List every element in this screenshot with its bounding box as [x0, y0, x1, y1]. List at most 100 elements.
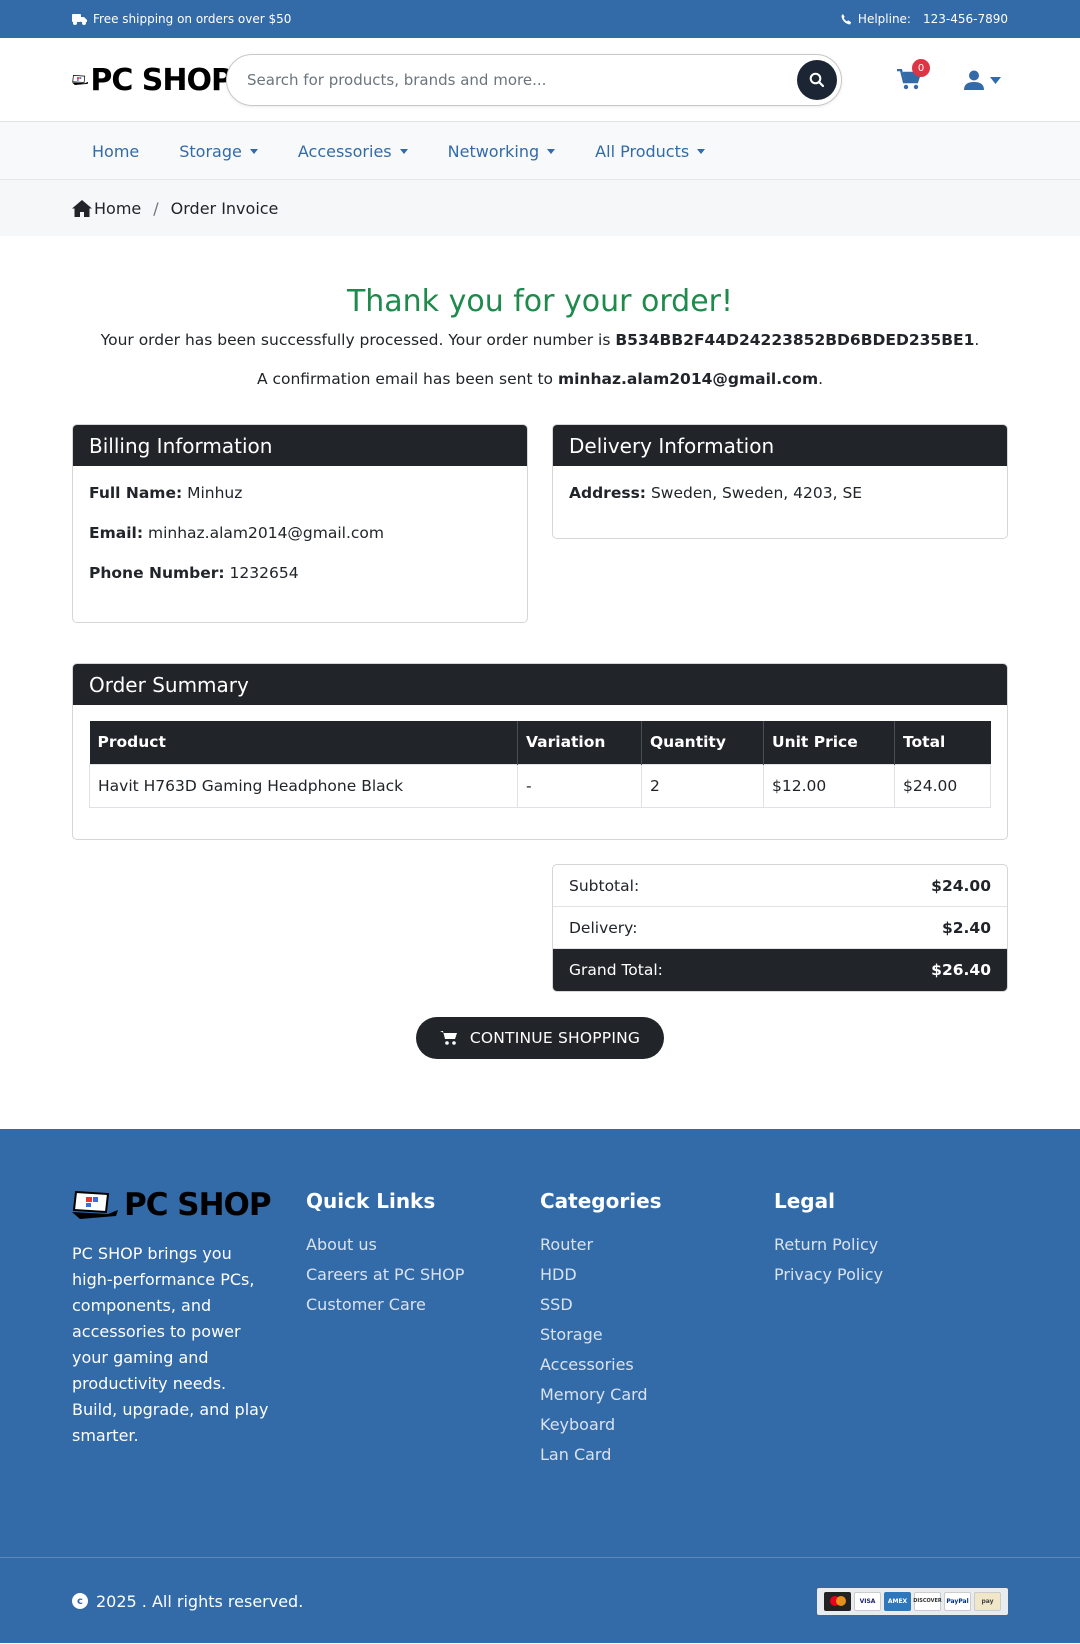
helpline-label: Helpline: — [857, 12, 911, 26]
breadcrumb-current: Order Invoice — [170, 198, 279, 218]
footer-about-text: PC SHOP brings you high-performance PCs,… — [72, 1244, 269, 1445]
helpline-number[interactable]: 123-456-7890 — [923, 12, 1008, 26]
col-variation: Variation — [517, 721, 642, 764]
footer-categories: Categories Router HDD SSD Storage Access… — [540, 1187, 774, 1475]
billing-name: Full Name: Minhuz — [89, 484, 511, 502]
nav-storage[interactable]: Storage — [159, 142, 278, 161]
confirmation-email: minhaz.alam2014@gmail.com — [557, 370, 819, 388]
nav-all-products-label: All Products — [595, 141, 690, 161]
footer-category-lan-card[interactable]: Lan Card — [540, 1445, 774, 1464]
nav-accessories[interactable]: Accessories — [278, 142, 428, 161]
site-logo[interactable]: PC SHOP — [72, 63, 232, 98]
footer-category-ssd[interactable]: SSD — [540, 1295, 774, 1314]
caret-down-icon — [547, 148, 556, 154]
delivery-address-value: Sweden, Sweden, 4203, SE — [650, 484, 863, 502]
cell-unit-price: $12.00 — [763, 763, 895, 808]
phone-icon — [841, 13, 852, 25]
footer-category-accessories[interactable]: Accessories — [540, 1355, 774, 1374]
col-unit-price: Unit Price — [763, 721, 895, 764]
footer-category-memory-card[interactable]: Memory Card — [540, 1385, 774, 1404]
order-summary-title: Order Summary — [73, 664, 1007, 705]
billing-email-value: minhaz.alam2014@gmail.com — [147, 524, 385, 542]
cart-button[interactable]: 0 — [894, 59, 930, 95]
search-icon — [809, 72, 825, 88]
copyright: c 2025 . All rights reserved. — [72, 1592, 303, 1611]
delivery-label: Delivery: — [569, 918, 638, 937]
mastercard-icon — [824, 1591, 851, 1611]
cell-variation: - — [517, 763, 642, 808]
footer-link-return-policy[interactable]: Return Policy — [774, 1235, 1008, 1254]
order-totals: Subtotal: $24.00 Delivery: $2.40 Grand Tot… — [552, 864, 1008, 992]
legal-title: Legal — [774, 1189, 835, 1213]
top-bar: Free shipping on orders over $50 Helplin… — [0, 0, 1080, 38]
nav-accessories-label: Accessories — [297, 141, 392, 161]
footer-category-storage[interactable]: Storage — [540, 1325, 774, 1344]
billing-phone-label: Phone Number: — [89, 564, 225, 582]
quick-links-title: Quick Links — [306, 1189, 436, 1213]
footer-bottom: c 2025 . All rights reserved. VISA AMEX … — [0, 1557, 1080, 1644]
grand-total-label: Grand Total: — [569, 961, 663, 979]
caret-down-icon — [249, 148, 258, 154]
copyright-icon: c — [72, 1593, 88, 1609]
nav-networking-label: Networking — [447, 141, 540, 161]
categories-title: Categories — [540, 1189, 662, 1213]
col-product: Product — [89, 721, 518, 764]
pay-icon: pay — [974, 1591, 1001, 1611]
email-suffix: . — [818, 370, 824, 388]
info-cards: Billing Information Full Name: Minhuz Em… — [72, 424, 1008, 623]
footer-link-about[interactable]: About us — [306, 1235, 540, 1254]
nav-home[interactable]: Home — [72, 142, 159, 161]
breadcrumb-separator: / — [153, 198, 159, 218]
footer-link-privacy-policy[interactable]: Privacy Policy — [774, 1265, 1008, 1284]
caret-down-icon — [697, 148, 706, 154]
nav-storage-label: Storage — [179, 141, 242, 161]
billing-name-value: Minhuz — [187, 484, 243, 502]
footer-category-hdd[interactable]: HDD — [540, 1265, 774, 1284]
billing-email-label: Email: — [89, 524, 144, 542]
order-confirmation: Thank you for your order! Your order has… — [72, 236, 1008, 388]
footer-category-router[interactable]: Router — [540, 1235, 774, 1254]
table-row: Havit H763D Gaming Headphone Black - 2 $… — [89, 763, 991, 808]
paypal-icon: PayPal — [944, 1591, 971, 1611]
footer-category-keyboard[interactable]: Keyboard — [540, 1415, 774, 1434]
order-number: B534BB2F44D24223852BD6BDED235BE1 — [615, 331, 975, 349]
order-summary-card: Order Summary Product Variation Quantity… — [72, 663, 1008, 840]
billing-email: Email: minhaz.alam2014@gmail.com — [89, 524, 511, 542]
nav-all-products[interactable]: All Products — [575, 142, 725, 161]
search-button[interactable] — [797, 60, 837, 100]
site-header: PC SHOP 0 — [0, 38, 1080, 122]
caret-down-icon — [990, 76, 1001, 84]
amex-icon: AMEX — [884, 1591, 911, 1611]
breadcrumb-home[interactable]: Home — [94, 199, 141, 218]
visa-icon: VISA — [854, 1591, 881, 1611]
user-menu[interactable] — [964, 70, 1001, 90]
footer-logo[interactable]: PC SHOP — [72, 1187, 306, 1223]
delivery-address: Address: Sweden, Sweden, 4203, SE — [569, 484, 991, 502]
email-prefix: A confirmation email has been sent to — [256, 370, 558, 388]
cart-icon — [439, 1031, 457, 1045]
footer-about: PC SHOP PC SHOP brings you high-performa… — [72, 1187, 306, 1475]
order-number-suffix: . — [974, 331, 980, 349]
nav-networking[interactable]: Networking — [428, 142, 576, 161]
truck-icon — [72, 13, 87, 25]
site-footer: PC SHOP PC SHOP brings you high-performa… — [0, 1129, 1080, 1643]
search-input[interactable] — [247, 71, 797, 89]
shipping-notice: Free shipping on orders over $50 — [72, 12, 291, 26]
shipping-text: Free shipping on orders over $50 — [93, 12, 292, 26]
thank-you-heading: Thank you for your order! — [346, 284, 734, 319]
cart-count-badge: 0 — [912, 59, 930, 77]
logo-text: PC SHOP — [90, 62, 232, 98]
home-icon — [72, 199, 92, 217]
order-number-text: Your order has been successfully process… — [72, 331, 1008, 349]
continue-shopping-button[interactable]: CONTINUE SHOPPING — [415, 1017, 665, 1059]
main-nav: Home Storage Accessories Networking All … — [0, 122, 1080, 180]
confirmation-email-text: A confirmation email has been sent to mi… — [72, 370, 1008, 388]
footer-link-customer-care[interactable]: Customer Care — [306, 1295, 540, 1314]
search-bar — [226, 54, 842, 106]
delivery-address-label: Address: — [569, 484, 646, 502]
cell-quantity: 2 — [641, 763, 764, 808]
footer-link-careers[interactable]: Careers at PC SHOP — [306, 1265, 540, 1284]
laptop-logo-icon — [72, 1190, 118, 1219]
laptop-logo-icon — [72, 75, 89, 85]
subtotal-row: Subtotal: $24.00 — [553, 865, 1007, 907]
